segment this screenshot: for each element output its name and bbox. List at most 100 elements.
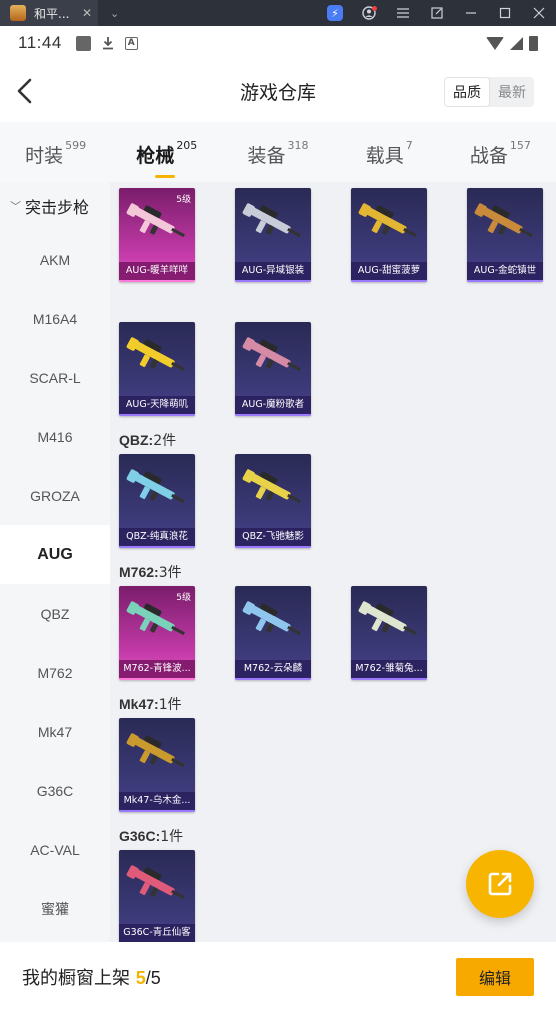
weapon-icon [126, 469, 185, 504]
sidebar-item-honey-badger[interactable]: 蜜獾 [0, 879, 110, 938]
group-count: 2件 [153, 433, 177, 449]
weapon-icon [358, 203, 417, 238]
skin-name: AUG-魔粉歌者 [235, 396, 311, 414]
level-badge: 5级 [176, 195, 191, 205]
sidebar-item-ac-val[interactable]: AC-VAL [0, 820, 110, 879]
skin-name: M762-雏菊兔... [351, 660, 427, 678]
back-arrow-icon[interactable] [14, 77, 38, 105]
tab-vehicles[interactable]: 载具 7 [334, 139, 445, 168]
popout-icon[interactable] [420, 0, 454, 26]
skin-name: M762-云朵麟 [235, 660, 311, 678]
skin-name: M762-青锋波... [119, 660, 195, 678]
weapon-icon [358, 601, 417, 636]
weapon-icon [474, 203, 533, 238]
user-icon[interactable] [352, 0, 386, 26]
edit-button[interactable]: 编辑 [456, 958, 534, 996]
group-title: M762: 3件 [119, 564, 182, 581]
menu-icon[interactable] [386, 0, 420, 26]
sort-latest-button[interactable]: 最新 [490, 77, 534, 107]
group-title: Mk47: 1件 [119, 696, 182, 713]
weapon-sidebar: ﹀ 突击步枪 AKM M16A4 SCAR-L M416 GROZA AUG Q… [0, 182, 110, 942]
skin-card[interactable]: QBZ-纯真浪花 [119, 454, 195, 548]
app-icon [10, 5, 26, 21]
skin-card[interactable]: QBZ-飞驰魅影 [235, 454, 311, 548]
tab-close-icon[interactable]: ✕ [82, 6, 92, 20]
weapon-icon [126, 203, 185, 238]
skin-name: AUG-暖羊咩咩 [119, 262, 195, 280]
skin-card[interactable]: AUG-异域银装 [235, 188, 311, 282]
download-icon [101, 36, 115, 50]
sidebar-item-mk47[interactable]: Mk47 [0, 702, 110, 761]
tab-firearms[interactable]: 枪械 205 [111, 139, 222, 178]
sidebar-item-g36c[interactable]: G36C [0, 761, 110, 820]
group-title: QBZ: 2件 [119, 432, 177, 449]
share-icon [488, 872, 512, 896]
battery-icon [529, 35, 538, 51]
skin-name: QBZ-飞驰魅影 [235, 528, 311, 546]
skin-card[interactable]: M762-云朵麟 [235, 586, 311, 680]
bolt-icon[interactable]: ⚡ [318, 0, 352, 26]
group-title: G36C: 1件 [119, 828, 184, 845]
sort-quality-button[interactable]: 品质 [444, 77, 490, 107]
sidebar-item-groza[interactable]: GROZA [0, 466, 110, 525]
sidebar-item-qbz[interactable]: QBZ [0, 584, 110, 643]
skin-card[interactable]: 5级 AUG-暖羊咩咩 [119, 188, 195, 282]
tab-equipment[interactable]: 装备 318 [222, 139, 333, 168]
skin-name: Mk47-乌木金... [119, 792, 195, 810]
sidebar-item-m762[interactable]: M762 [0, 643, 110, 702]
sidebar-category-assault-rifles[interactable]: ﹀ 突击步枪 [0, 182, 110, 230]
phone-screen: 11:44 A 游戏仓库 品质 最新 时装 599 枪械 205 装备 318 载具 7… [0, 26, 556, 1012]
tab-fashion[interactable]: 时装 599 [0, 139, 111, 168]
weapon-icon [126, 865, 185, 900]
weapon-icon [242, 203, 301, 238]
level-badge: 5级 [176, 593, 191, 603]
skin-card[interactable]: AUG-天降萌叽 [119, 322, 195, 416]
sidebar-item-scar-l[interactable]: SCAR-L [0, 348, 110, 407]
category-tabs: 时装 599 枪械 205 装备 318 载具 7 战备 157 [0, 122, 556, 182]
weapon-icon [126, 601, 185, 636]
skin-card[interactable]: M762-雏菊兔... [351, 586, 427, 680]
group-count: 1件 [160, 829, 184, 845]
skin-name: AUG-甜蜜菠萝 [351, 262, 427, 280]
skin-grid: 5级 AUG-暖羊咩咩 AUG-异域银装 AUG-甜蜜菠萝 AUG-金蛇镇世 AUG-天降… [110, 182, 556, 942]
sidebar-item-m416[interactable]: M416 [0, 407, 110, 466]
skin-card[interactable]: AUG-金蛇镇世 [467, 188, 543, 282]
group-count: 3件 [158, 565, 182, 581]
skin-row: QBZ-纯真浪花 QBZ-飞驰魅影 [119, 454, 556, 558]
skin-row: Mk47-乌木金... [119, 718, 556, 822]
showcase-total: /5 [145, 968, 161, 988]
tab-dropdown-icon[interactable]: ⌄ [110, 7, 119, 20]
sidebar-item-akm[interactable]: AKM [0, 230, 110, 289]
skin-name: AUG-异域银装 [235, 262, 311, 280]
skin-card[interactable]: 5级 M762-青锋波... [119, 586, 195, 680]
share-button[interactable] [466, 850, 534, 918]
tab-battle-prep[interactable]: 战备 157 [445, 139, 556, 168]
weapon-icon [126, 337, 185, 372]
skin-card[interactable]: AUG-甜蜜菠萝 [351, 188, 427, 282]
signal-icon [510, 36, 523, 50]
sort-toggle: 品质 最新 [444, 77, 534, 107]
close-icon[interactable] [522, 0, 556, 26]
weapon-icon [242, 601, 301, 636]
sidebar-item-m16a4[interactable]: M16A4 [0, 289, 110, 348]
window-tab[interactable]: 和平... ✕ [0, 0, 98, 26]
weapon-icon [242, 337, 301, 372]
status-time: 11:44 [18, 33, 62, 52]
weapon-icon [242, 469, 301, 504]
skin-card[interactable]: AUG-魔粉歌者 [235, 322, 311, 416]
skin-card[interactable]: G36C-青丘仙客 [119, 850, 195, 942]
showcase-label: 我的橱窗上架 [22, 968, 136, 989]
sidebar-item-aug[interactable]: AUG [0, 525, 110, 584]
warehouse-content: ﹀ 突击步枪 AKM M16A4 SCAR-L M416 GROZA AUG Q… [0, 182, 556, 942]
weapon-icon [126, 733, 185, 768]
skin-card[interactable]: Mk47-乌木金... [119, 718, 195, 812]
status-bar: 11:44 A [0, 26, 556, 60]
skin-row: 5级 AUG-暖羊咩咩 AUG-异域银装 AUG-甜蜜菠萝 AUG-金蛇镇世 [119, 188, 556, 322]
window-tab-title: 和平... [34, 6, 70, 21]
skin-row: 5级 M762-青锋波... M762-云朵麟 M762-雏菊兔... [119, 586, 556, 690]
skin-name: QBZ-纯真浪花 [119, 528, 195, 546]
minimize-icon[interactable] [454, 0, 488, 26]
group-count: 1件 [158, 697, 182, 713]
skin-row: AUG-天降萌叽 AUG-魔粉歌者 [119, 322, 556, 426]
maximize-icon[interactable] [488, 0, 522, 26]
